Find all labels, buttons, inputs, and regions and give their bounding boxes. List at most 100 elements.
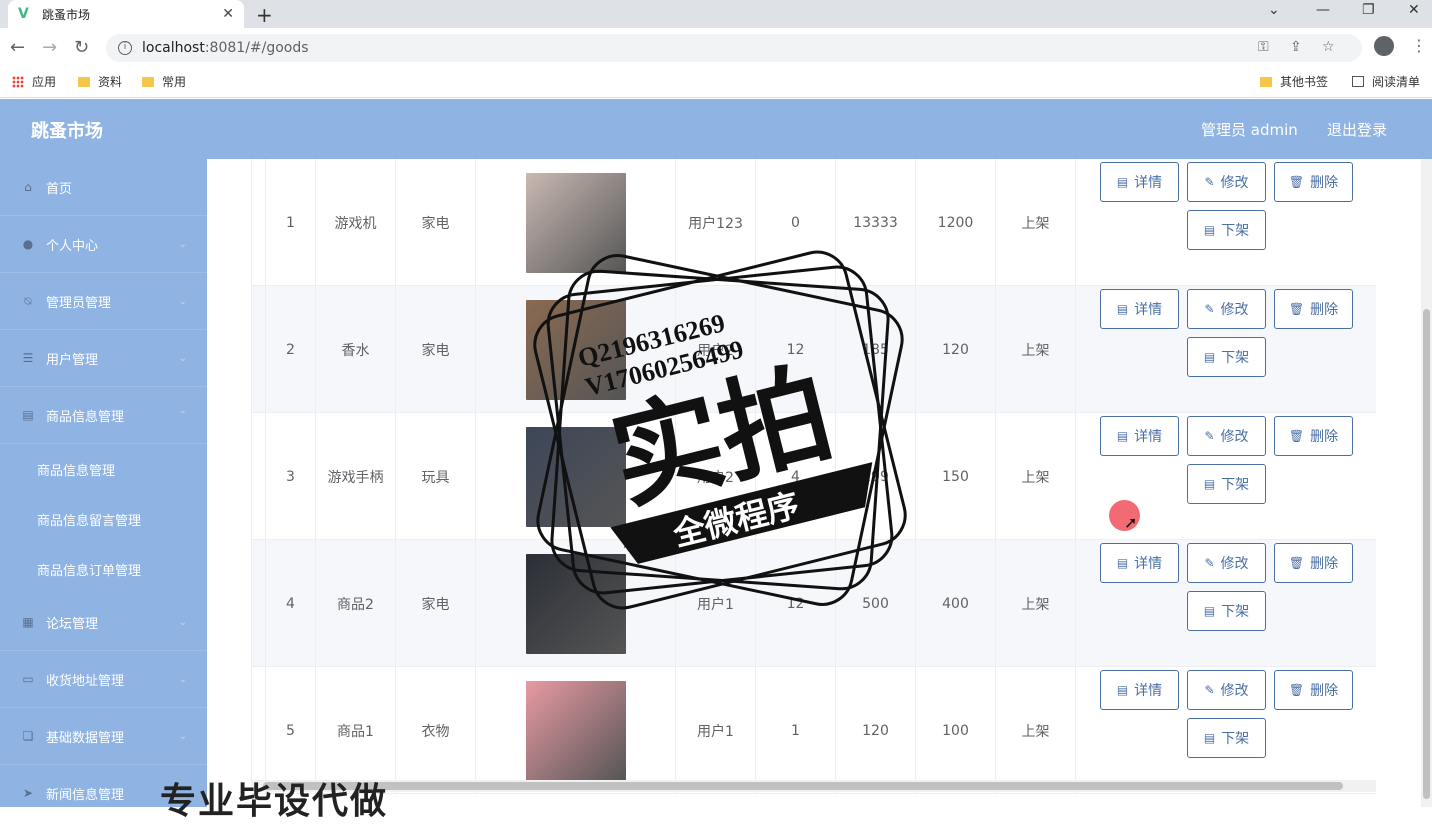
table-cell-spacer — [252, 159, 266, 286]
reading-list-icon — [1352, 76, 1364, 87]
detail-button[interactable]: ▤ 详情 — [1100, 162, 1179, 202]
button-label: 修改 — [1220, 683, 1249, 699]
reading-list[interactable]: 阅读清单 — [1352, 73, 1420, 90]
sidebar-item-forum[interactable]: ▦ 论坛管理 ⌄ — [0, 594, 207, 651]
sidebar-item-admins[interactable]: ⍉ 管理员管理 ⌄ — [0, 273, 207, 330]
horizontal-scroll-thumb[interactable] — [263, 782, 1343, 790]
chevron-down-icon: ⌄ — [178, 295, 187, 307]
detail-button[interactable]: ▤ 详情 — [1100, 416, 1179, 456]
detail-button[interactable]: ▤ 详情 — [1100, 289, 1179, 329]
offshelf-button[interactable]: ▤ 下架 — [1187, 591, 1266, 631]
offshelf-button[interactable]: ▤ 下架 — [1187, 718, 1266, 758]
sidebar-subitem-goods-orders[interactable]: 商品信息订单管理 — [0, 544, 207, 594]
url-bar[interactable]: i localhost:8081/#/goods ⚿ ⇪ ☆ — [106, 34, 1362, 62]
edit-button[interactable]: ✎ 修改 — [1187, 543, 1266, 583]
bookmark-apps[interactable]: 应用 — [12, 73, 56, 90]
goods-name: 香水 — [316, 286, 396, 413]
edit-button[interactable]: ✎ 修改 — [1187, 416, 1266, 456]
share-icon[interactable]: ⇪ — [1290, 39, 1302, 55]
new-tab-button[interactable]: + — [256, 3, 273, 27]
edit-button[interactable]: ✎ 修改 — [1187, 289, 1266, 329]
button-label: 删除 — [1310, 556, 1339, 572]
chevron-down-icon: ⌄ — [178, 616, 187, 628]
goods-name: 游戏手柄 — [316, 413, 396, 540]
vertical-scrollbar[interactable] — [1421, 159, 1432, 807]
sidebar-item-users[interactable]: ☰ 用户管理 ⌄ — [0, 330, 207, 387]
copy-icon: ❏ — [22, 729, 34, 743]
folder-icon — [142, 76, 154, 87]
delete-button[interactable]: 🗑 删除 — [1274, 289, 1353, 329]
sidebar-item-label: 论坛管理 — [46, 616, 99, 632]
button-label: 下架 — [1221, 223, 1250, 239]
bookmark-folder-ziliao[interactable]: 资料 — [78, 73, 122, 90]
back-icon[interactable]: ← — [10, 37, 25, 58]
goods-name: 商品2 — [316, 540, 396, 667]
goods-category: 家电 — [396, 286, 476, 413]
goods-category: 玩具 — [396, 413, 476, 540]
button-label: 修改 — [1220, 302, 1249, 318]
bookmark-other[interactable]: 其他书签 — [1260, 73, 1328, 90]
menu-icon: ☰ — [22, 351, 34, 365]
chevron-down-icon: ⌄ — [178, 352, 187, 364]
vertical-scroll-thumb[interactable] — [1423, 309, 1430, 799]
delete-button[interactable]: 🗑 删除 — [1274, 670, 1353, 710]
goods-image[interactable] — [525, 680, 626, 781]
close-window-icon[interactable]: ✕ — [1408, 2, 1420, 18]
app-header: 跳蚤市场 管理员 admin 退出登录 — [0, 99, 1432, 159]
tab-title: 跳蚤市场 — [42, 7, 91, 22]
site-info-icon[interactable]: i — [118, 41, 132, 55]
sidebar-subitem-goods-comments[interactable]: 商品信息留言管理 — [0, 494, 207, 544]
horizontal-scrollbar[interactable] — [251, 780, 1376, 792]
document-icon: ▤ — [1116, 683, 1129, 697]
sidebar-item-home[interactable]: ⌂ 首页 — [0, 159, 207, 216]
delete-button[interactable]: 🗑 删除 — [1274, 162, 1353, 202]
button-label: 下架 — [1221, 731, 1250, 747]
edit-icon: ✎ — [1204, 683, 1215, 697]
sidebar-item-goods[interactable]: ▤ 商品信息管理 ⌃ — [0, 387, 207, 444]
tab-search-icon[interactable]: ⌄ — [1268, 2, 1280, 18]
offshelf-button[interactable]: ▤ 下架 — [1187, 464, 1266, 504]
chevron-down-icon: ⌄ — [178, 673, 187, 685]
document-icon: ▤ — [1203, 477, 1216, 491]
address-toolbar: ← → ↻ i localhost:8081/#/goods ⚿ ⇪ ☆ ⋮ — [0, 28, 1432, 68]
minimize-icon[interactable]: — — [1316, 2, 1330, 18]
star-icon[interactable]: ☆ — [1322, 39, 1335, 55]
edit-button[interactable]: ✎ 修改 — [1187, 162, 1266, 202]
sidebar-item-personal[interactable]: ● 个人中心 ⌄ — [0, 216, 207, 273]
key-icon[interactable]: ⚿ — [1258, 39, 1269, 55]
delete-button[interactable]: 🗑 删除 — [1274, 543, 1353, 583]
reload-icon[interactable]: ↻ — [74, 37, 89, 58]
offshelf-button[interactable]: ▤ 下架 — [1187, 210, 1266, 250]
button-label: 下架 — [1221, 477, 1250, 493]
forward-icon[interactable]: → — [42, 37, 57, 58]
detail-button[interactable]: ▤ 详情 — [1100, 670, 1179, 710]
goods-category: 家电 — [396, 540, 476, 667]
button-label: 删除 — [1310, 683, 1339, 699]
bookmark-label: 其他书签 — [1280, 75, 1329, 89]
sidebar-item-base-data[interactable]: ❏ 基础数据管理 ⌄ — [0, 708, 207, 765]
trash-icon: 🗑 — [1288, 429, 1305, 443]
profile-avatar-icon[interactable] — [1374, 36, 1394, 56]
sidebar-item-address[interactable]: ▭ 收货地址管理 ⌄ — [0, 651, 207, 708]
detail-button[interactable]: ▤ 详情 — [1100, 543, 1179, 583]
tab-close-icon[interactable]: ✕ — [222, 6, 234, 22]
delete-button[interactable]: 🗑 删除 — [1274, 416, 1353, 456]
goods-count: 1 — [756, 667, 836, 794]
sidebar-item-label: 用户管理 — [46, 352, 99, 368]
button-label: 详情 — [1134, 175, 1163, 191]
goods-value: 120 — [836, 667, 916, 794]
button-label: 修改 — [1220, 556, 1249, 572]
logout-link[interactable]: 退出登录 — [1327, 119, 1387, 140]
offshelf-button[interactable]: ▤ 下架 — [1187, 337, 1266, 377]
row-id: 3 — [266, 413, 316, 540]
clipboard-icon: ▤ — [22, 408, 34, 422]
browser-tab[interactable]: V 跳蚤市场 ✕ — [8, 0, 244, 28]
browser-menu-icon[interactable]: ⋮ — [1411, 36, 1427, 55]
restore-icon[interactable]: ❐ — [1362, 2, 1375, 18]
row-id: 2 — [266, 286, 316, 413]
bookmark-label: 常用 — [162, 75, 187, 89]
sidebar-subitem-goods[interactable]: 商品信息管理 — [0, 444, 207, 494]
bookmark-folder-changyong[interactable]: 常用 — [142, 73, 186, 90]
goods-price: 400 — [916, 540, 996, 667]
edit-button[interactable]: ✎ 修改 — [1187, 670, 1266, 710]
